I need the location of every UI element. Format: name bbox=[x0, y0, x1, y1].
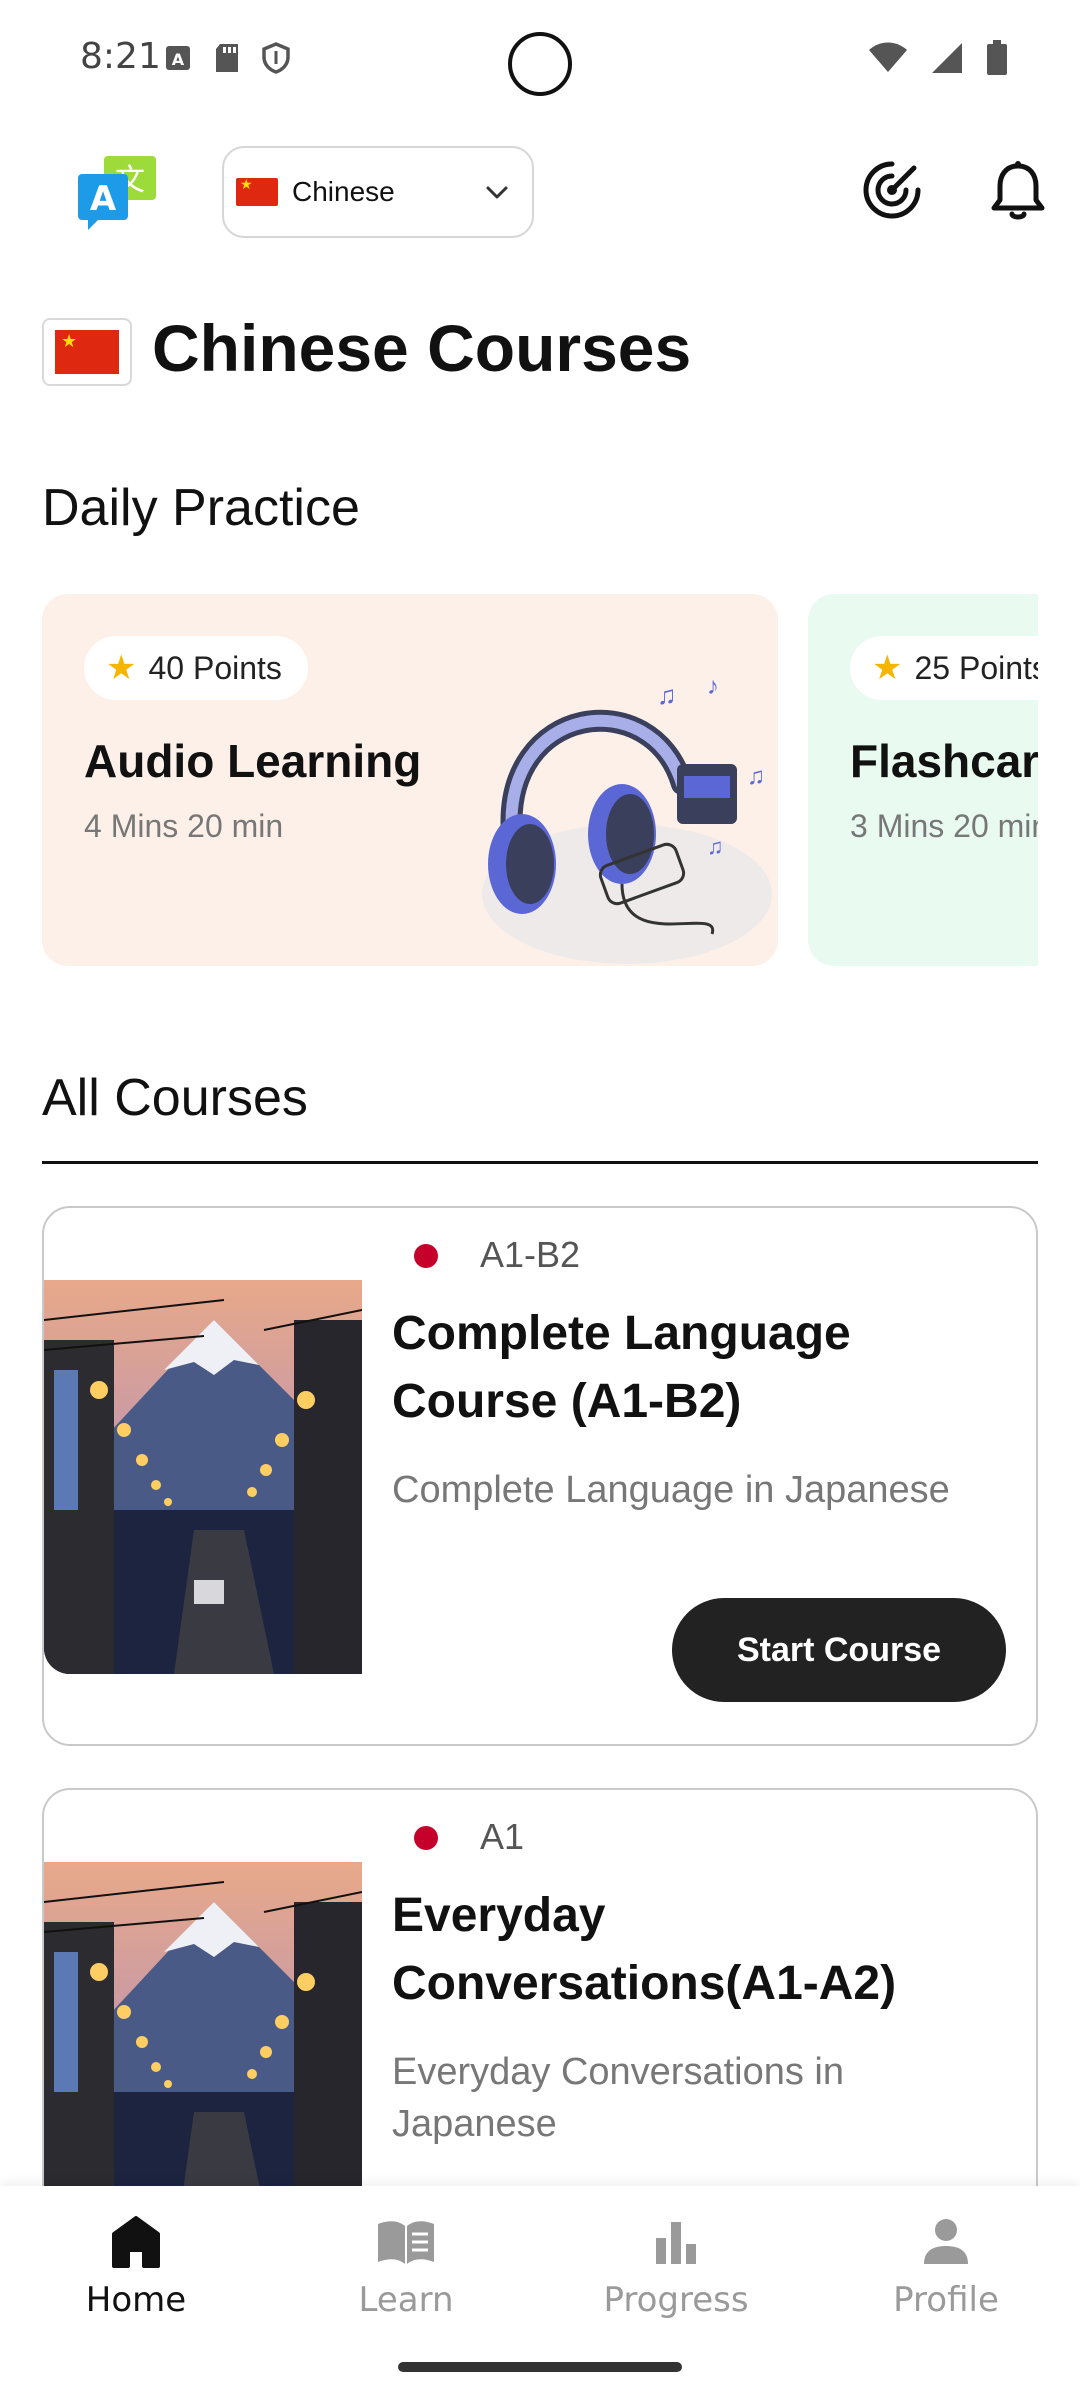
all-courses-heading: All Courses bbox=[42, 1069, 308, 1127]
status-icons-left: A bbox=[164, 42, 290, 74]
practice-card-audio[interactable]: ★ 40 Points Audio Learning 4 Mins 20 min… bbox=[42, 594, 778, 966]
translate-logo-icon[interactable]: 文 A bbox=[78, 156, 162, 230]
points-badge: ★ 40 Points bbox=[84, 636, 308, 700]
battery-icon bbox=[987, 40, 1007, 75]
level-dot bbox=[414, 1826, 438, 1850]
sd-card-icon bbox=[216, 44, 238, 72]
status-time: 8:21 bbox=[80, 36, 161, 77]
bar-chart-icon bbox=[656, 2222, 696, 2264]
course-description: Everyday Conversations in Japanese bbox=[392, 2051, 844, 2145]
nav-item-profile[interactable]: Profile bbox=[846, 2212, 1046, 2332]
points-text: 40 Points bbox=[148, 649, 282, 686]
nav-label-profile: Profile bbox=[893, 2280, 999, 2320]
status-bar: 8:21 A bbox=[0, 0, 1080, 120]
nav-label-home: Home bbox=[85, 2280, 187, 2320]
nav-item-learn[interactable]: Learn bbox=[306, 2212, 506, 2332]
page-title: Chinese Courses bbox=[152, 311, 692, 385]
wifi-icon bbox=[869, 42, 907, 72]
daily-practice-heading: Daily Practice bbox=[42, 479, 360, 537]
chevron-down-icon bbox=[486, 186, 508, 199]
practice-card-duration: 4 Mins 20 min bbox=[84, 808, 284, 844]
star-icon: ★ bbox=[106, 649, 137, 687]
book-icon bbox=[378, 2221, 434, 2264]
signal-icon bbox=[932, 43, 962, 73]
points-text: 25 Points bbox=[914, 649, 1038, 686]
nav-item-progress[interactable]: Progress bbox=[576, 2212, 776, 2332]
star-icon: ★ bbox=[872, 649, 903, 687]
course-level: A1-B2 bbox=[480, 1234, 581, 1275]
svg-text:♫: ♫ bbox=[657, 680, 677, 710]
section-divider bbox=[42, 1161, 1038, 1164]
status-icons-right bbox=[868, 40, 1008, 76]
camera-cutout bbox=[508, 32, 572, 96]
practice-card-title: Flashcards bbox=[850, 735, 1038, 787]
practice-card-flashcards[interactable]: ★ 25 Points Flashcards 3 Mins 20 min bbox=[808, 594, 1038, 966]
nav-label-learn: Learn bbox=[358, 2280, 454, 2320]
home-icon bbox=[112, 2216, 160, 2268]
svg-text:♫: ♫ bbox=[707, 834, 724, 859]
level-dot bbox=[414, 1244, 438, 1268]
course-title: Complete Language Course (A1-B2) bbox=[392, 1307, 851, 1428]
svg-text:A: A bbox=[172, 50, 185, 69]
china-flag-icon bbox=[236, 176, 278, 206]
notifications-button[interactable] bbox=[990, 160, 1046, 222]
course-level: A1 bbox=[480, 1816, 525, 1857]
svg-text:♪: ♪ bbox=[707, 673, 719, 700]
font-icon: A bbox=[166, 46, 190, 70]
svg-text:♫: ♫ bbox=[747, 763, 765, 790]
home-gesture-bar[interactable] bbox=[398, 2362, 682, 2372]
shield-icon bbox=[262, 42, 290, 74]
bell-icon bbox=[991, 161, 1045, 220]
practice-card-title: Audio Learning bbox=[84, 735, 422, 787]
course-card[interactable]: A1-B2 Complete Language Course (A1-B2) C… bbox=[42, 1206, 1038, 1746]
china-flag-icon bbox=[55, 330, 119, 374]
nav-item-home[interactable]: Home bbox=[36, 2212, 236, 2332]
points-badge: ★ 25 Points bbox=[850, 636, 1038, 700]
course-thumbnail bbox=[44, 1280, 362, 1674]
language-select-value: Chinese bbox=[292, 176, 395, 207]
svg-text:A: A bbox=[90, 179, 117, 219]
practice-card-duration: 3 Mins 20 min bbox=[850, 808, 1038, 844]
nav-label-progress: Progress bbox=[603, 2280, 749, 2320]
course-title: Everyday Conversations(A1-A2) bbox=[392, 1889, 897, 2010]
page-title-flag bbox=[42, 318, 132, 386]
radar-icon bbox=[863, 161, 921, 219]
start-course-button[interactable]: Start Course bbox=[672, 1598, 1006, 1702]
course-description: Complete Language in Japanese bbox=[392, 1469, 950, 1511]
radar-button[interactable] bbox=[862, 160, 922, 220]
daily-practice-carousel[interactable]: ★ 40 Points Audio Learning 4 Mins 20 min… bbox=[42, 594, 1038, 966]
headphones-illustration: ♫ ♪ ♫ ♫ bbox=[482, 673, 772, 964]
language-select[interactable]: Chinese bbox=[222, 146, 534, 238]
person-icon bbox=[924, 2219, 968, 2264]
